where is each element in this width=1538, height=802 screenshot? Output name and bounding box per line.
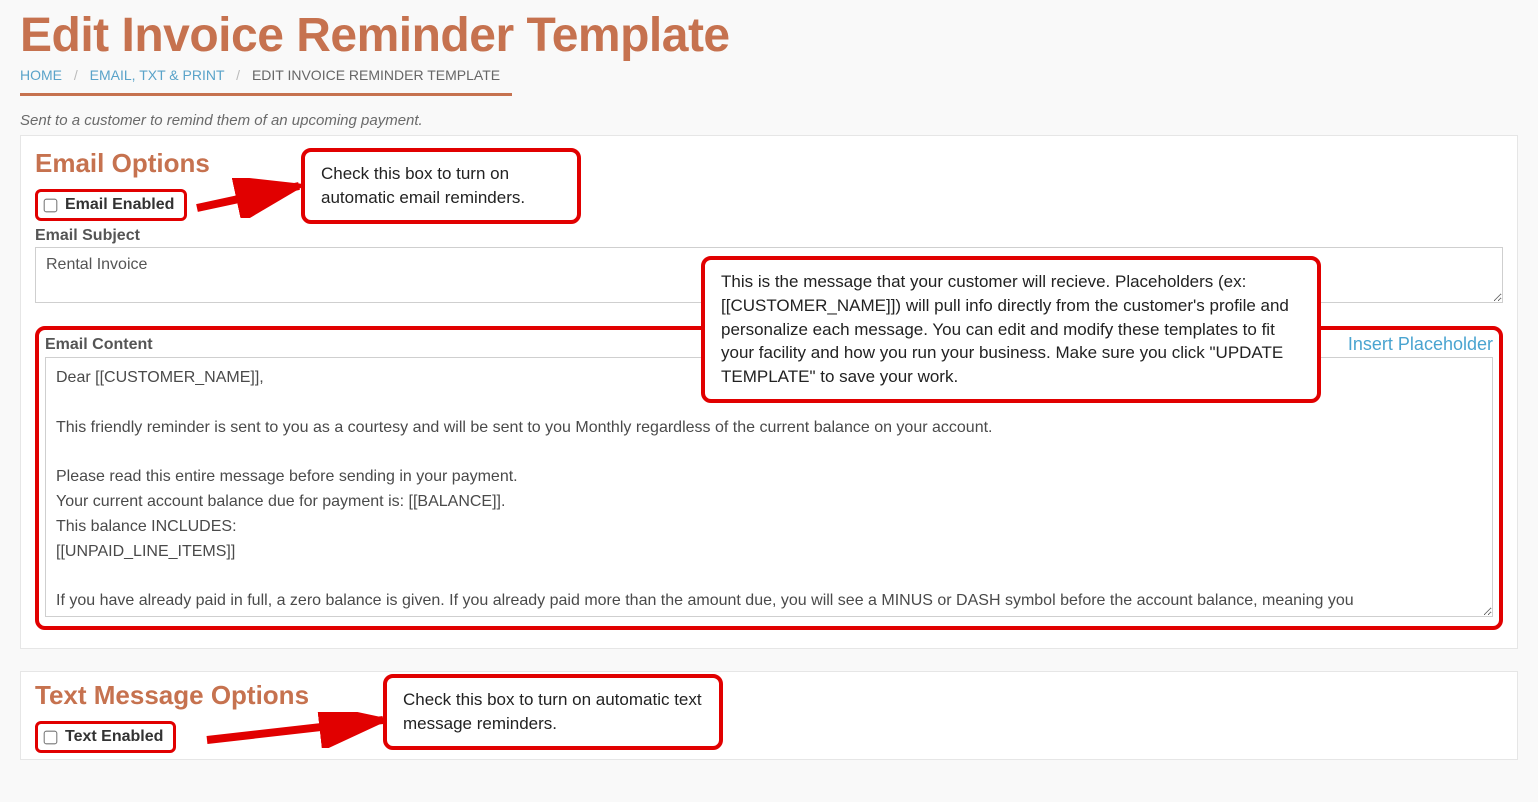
text-options-panel: Text Message Options Check this box to t…	[20, 671, 1518, 760]
breadcrumb-email-txt-print[interactable]: EMAIL, TXT & PRINT	[90, 67, 225, 83]
breadcrumb-home[interactable]: HOME	[20, 67, 62, 83]
breadcrumb-current: EDIT INVOICE REMINDER TEMPLATE	[252, 67, 500, 83]
text-options-heading: Text Message Options	[35, 680, 309, 711]
text-enabled-checkbox[interactable]	[44, 730, 58, 744]
callout-text-enable: Check this box to turn on automatic text…	[383, 674, 723, 750]
arrow-icon	[191, 178, 311, 218]
text-enabled-row[interactable]: Text Enabled	[35, 721, 176, 753]
email-subject-label: Email Subject	[35, 227, 1503, 245]
text-enabled-label: Text Enabled	[65, 728, 163, 746]
email-enabled-checkbox[interactable]	[44, 198, 58, 212]
page-title: Edit Invoice Reminder Template	[20, 8, 1518, 63]
email-enabled-row[interactable]: Email Enabled	[35, 189, 187, 221]
breadcrumb-sep: /	[236, 67, 240, 83]
arrow-icon	[201, 712, 391, 748]
callout-email-content: This is the message that your customer w…	[701, 256, 1321, 403]
breadcrumb: HOME / EMAIL, TXT & PRINT / EDIT INVOICE…	[20, 67, 512, 96]
email-options-heading: Email Options	[35, 148, 210, 179]
callout-email-enable: Check this box to turn on automatic emai…	[301, 148, 581, 224]
insert-placeholder-link[interactable]: Insert Placeholder	[1348, 334, 1493, 355]
page-subtext: Sent to a customer to remind them of an …	[20, 112, 1518, 129]
email-options-panel: Email Options Check this box to turn on …	[20, 135, 1518, 649]
email-enabled-label: Email Enabled	[65, 196, 174, 214]
breadcrumb-sep: /	[74, 67, 78, 83]
email-content-label: Email Content	[45, 336, 153, 354]
